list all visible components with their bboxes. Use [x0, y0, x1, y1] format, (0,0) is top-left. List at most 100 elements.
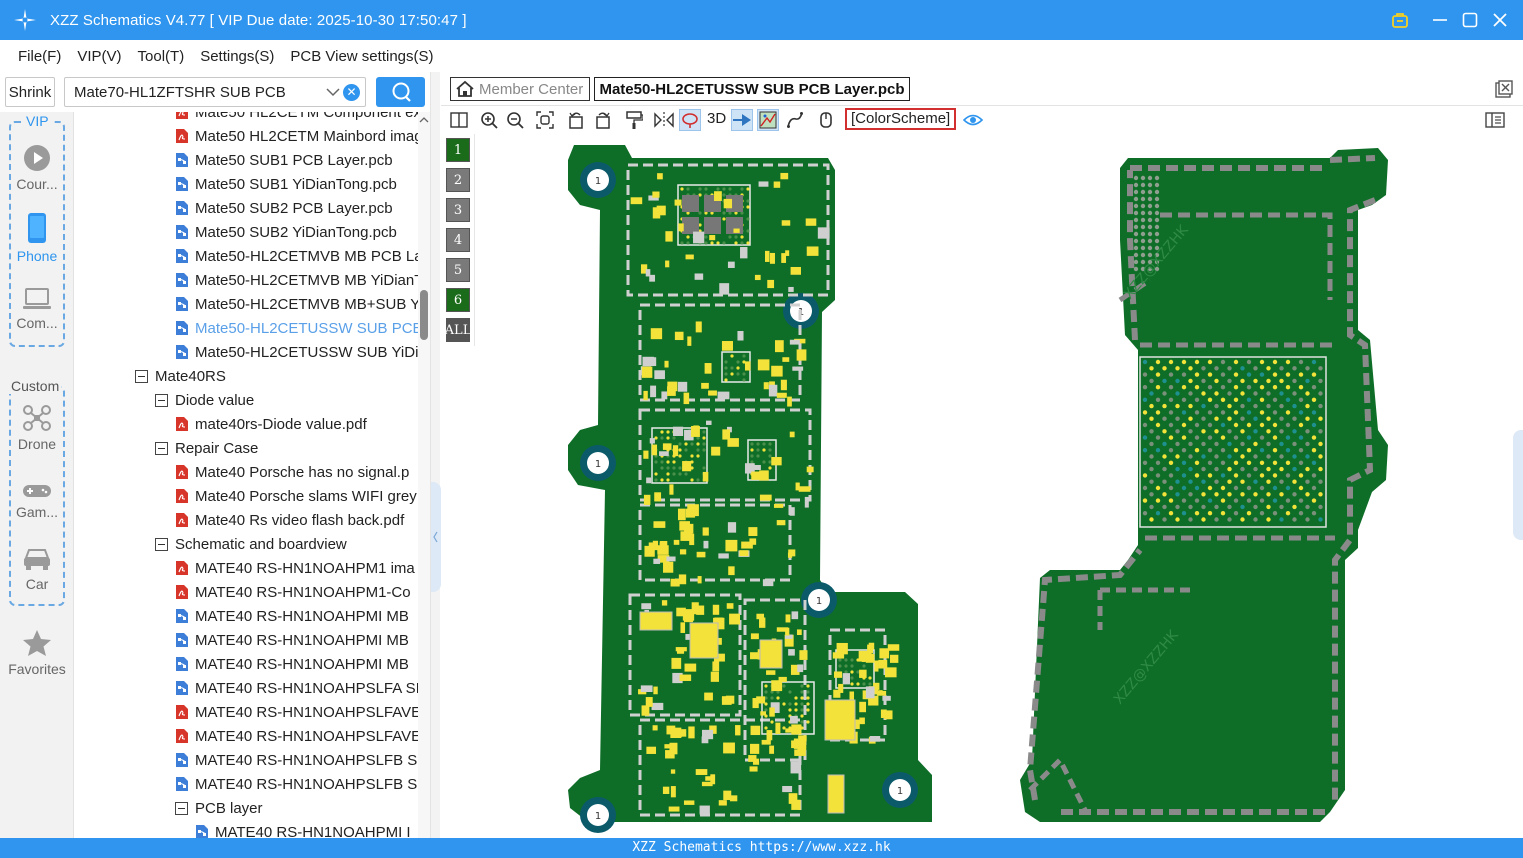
- collapse-toggle-icon[interactable]: [155, 441, 168, 455]
- tree-file[interactable]: MATE40 RS-HN1NOAHPSLFAVE: [175, 700, 418, 724]
- split-view-icon[interactable]: [448, 109, 470, 131]
- maximize-button[interactable]: [1455, 0, 1485, 40]
- tree-file[interactable]: Mate50-HL2CETMVB MB YiDianTo: [175, 268, 418, 292]
- vip-bag-icon[interactable]: [1385, 0, 1415, 40]
- rotate-left-icon[interactable]: [565, 109, 587, 131]
- pcb-canvas[interactable]: 1 1 1 1 1 1 XZZ@XZZHK XZZ@XZZHK: [476, 134, 1523, 838]
- close-all-tabs-icon[interactable]: [1495, 80, 1513, 102]
- search-input[interactable]: Mate70-HL1ZFTSHR SUB PCB ✕: [64, 77, 366, 107]
- bga-ball: [1233, 485, 1239, 491]
- panel-splitter[interactable]: [430, 72, 441, 838]
- tree-folder[interactable]: Schematic and boardview: [155, 532, 347, 556]
- layer-button-3[interactable]: 3: [446, 198, 470, 222]
- sidebar-item-drone[interactable]: Drone: [0, 404, 74, 452]
- layer-map-icon[interactable]: [757, 109, 779, 131]
- paint-brush-icon[interactable]: [623, 109, 645, 131]
- visibility-eye-icon[interactable]: [962, 109, 984, 131]
- net-highlight-icon[interactable]: [679, 109, 701, 131]
- bga-ball: [1188, 391, 1193, 396]
- tree-scrollbar[interactable]: [418, 112, 430, 838]
- bga-ball: [1292, 378, 1297, 384]
- sidebar-item-computer[interactable]: Com...: [0, 287, 74, 331]
- tree-file[interactable]: Mate50 SUB1 YiDianTong.pcb: [175, 172, 397, 196]
- smd-pad: [674, 331, 684, 341]
- sidebar-item-favorites[interactable]: Favorites: [0, 629, 74, 677]
- shrink-button[interactable]: Shrink: [5, 77, 55, 107]
- layer-button-6[interactable]: 6: [446, 288, 470, 312]
- collapse-toggle-icon[interactable]: [175, 801, 188, 815]
- sidebar-item-phone[interactable]: Phone: [0, 212, 74, 264]
- tree-file[interactable]: Mate50-HL2CETUSSW SUB YiDianT: [175, 340, 418, 364]
- tree-folder[interactable]: Repair Case: [155, 436, 258, 460]
- tree-file[interactable]: MATE40 RS-HN1NOAHPSLFA SI: [175, 676, 418, 700]
- tree-file[interactable]: mate40rs-Diode value.pdf: [175, 412, 367, 436]
- tree-folder[interactable]: Mate40RS: [135, 364, 226, 388]
- zoom-in-icon[interactable]: [478, 109, 500, 131]
- tree-file[interactable]: MATE40 RS-HN1NOAHPSLFB SI: [175, 772, 418, 796]
- tree-file[interactable]: MATE40 RS-HN1NOAHPSLFAVE: [175, 724, 418, 748]
- tab-member-center[interactable]: Member Center: [450, 77, 590, 101]
- tree-file[interactable]: Mate50 SUB2 PCB Layer.pcb: [175, 196, 393, 220]
- tree-file[interactable]: Mate50 HL2CETM Component exp: [175, 112, 418, 124]
- tree-file[interactable]: Mate50 SUB2 YiDianTong.pcb: [175, 220, 397, 244]
- smd-pad: [673, 730, 683, 737]
- tree-folder[interactable]: Diode value: [155, 388, 254, 412]
- tree-file[interactable]: Mate50-HL2CETMVB MB+SUB YiD: [175, 292, 418, 316]
- tree-file[interactable]: Mate50-HL2CETUSSW SUB PCB Lay: [175, 316, 418, 340]
- collapse-toggle-icon[interactable]: [155, 393, 168, 407]
- color-scheme-button[interactable]: [ColorScheme]: [845, 108, 957, 130]
- menu-settings[interactable]: Settings(S): [200, 48, 274, 65]
- sidebar-item-courses[interactable]: Cour...: [0, 144, 74, 192]
- sidebar-item-games[interactable]: Gam...: [0, 482, 74, 520]
- tree-file[interactable]: Mate50 SUB1 PCB Layer.pcb: [175, 148, 393, 172]
- collapse-panel-handle[interactable]: [431, 482, 441, 592]
- tree-file[interactable]: MATE40 RS-HN1NOAHPMI MB: [175, 628, 409, 652]
- view-3d-button[interactable]: 3D: [707, 110, 726, 127]
- tree-file[interactable]: Mate40 Rs video flash back.pdf: [175, 508, 404, 532]
- tree-file[interactable]: MATE40 RS-HN1NOAHPMI I: [195, 820, 411, 838]
- tree-file[interactable]: Mate40 Porsche has no signal.p: [175, 460, 409, 484]
- smd-pad: [741, 541, 753, 549]
- pin-arrow-icon[interactable]: [731, 109, 753, 131]
- scrollbar-thumb[interactable]: [420, 290, 428, 340]
- collapse-toggle-icon[interactable]: [135, 369, 148, 383]
- rotate-right-icon[interactable]: [592, 109, 614, 131]
- tree-file[interactable]: Mate50-HL2CETMVB MB PCB Laye: [175, 244, 418, 268]
- bga-ball: [728, 235, 732, 239]
- layer-button-5[interactable]: 5: [446, 258, 470, 282]
- right-panel-handle[interactable]: [1513, 430, 1523, 540]
- clear-search-icon[interactable]: ✕: [343, 84, 360, 101]
- sidebar-item-car[interactable]: Car: [0, 546, 74, 592]
- search-button[interactable]: [376, 77, 425, 107]
- layer-button-2[interactable]: 2: [446, 168, 470, 192]
- tree-file[interactable]: MATE40 RS-HN1NOAHPMI MB: [175, 604, 409, 628]
- menu-vip[interactable]: VIP(V): [77, 48, 121, 65]
- bga-ball: [1305, 416, 1310, 421]
- tree-file[interactable]: MATE40 RS-HN1NOAHPSLFB SI: [175, 748, 418, 772]
- close-button[interactable]: [1485, 0, 1515, 40]
- tree-file[interactable]: MATE40 RS-HN1NOAHPM1 ima: [175, 556, 415, 580]
- chevron-down-icon[interactable]: [325, 84, 341, 104]
- pan-hand-icon[interactable]: [815, 109, 837, 131]
- bga-ball: [1246, 460, 1252, 465]
- mirror-icon[interactable]: [653, 109, 675, 131]
- layer-button-1[interactable]: 1: [446, 138, 470, 162]
- zoom-out-icon[interactable]: [504, 109, 526, 131]
- layer-button-all[interactable]: ALL: [445, 318, 471, 342]
- menu-tool[interactable]: Tool(T): [138, 48, 185, 65]
- side-panel-icon[interactable]: [1484, 109, 1506, 131]
- tree-file[interactable]: Mate40 Porsche slams WIFI grey: [175, 484, 417, 508]
- collapse-toggle-icon[interactable]: [155, 537, 168, 551]
- fit-view-icon[interactable]: [534, 109, 556, 131]
- menu-file[interactable]: File(F): [18, 48, 61, 65]
- tab-active-file[interactable]: Mate50-HL2CETUSSW SUB PCB Layer.pcb: [594, 77, 910, 101]
- tree-file[interactable]: MATE40 RS-HN1NOAHPM1-Co: [175, 580, 411, 604]
- layer-button-4[interactable]: 4: [446, 228, 470, 252]
- tree-folder[interactable]: PCB layer: [175, 796, 263, 820]
- bga-ball: [1207, 485, 1213, 491]
- menu-pcb-view-settings[interactable]: PCB View settings(S): [290, 48, 433, 65]
- minimize-button[interactable]: [1425, 0, 1455, 40]
- tree-file[interactable]: Mate50 HL2CETM Mainbord imag: [175, 124, 418, 148]
- trace-tool-icon[interactable]: [784, 109, 806, 131]
- tree-file[interactable]: MATE40 RS-HN1NOAHPMI MB: [175, 652, 409, 676]
